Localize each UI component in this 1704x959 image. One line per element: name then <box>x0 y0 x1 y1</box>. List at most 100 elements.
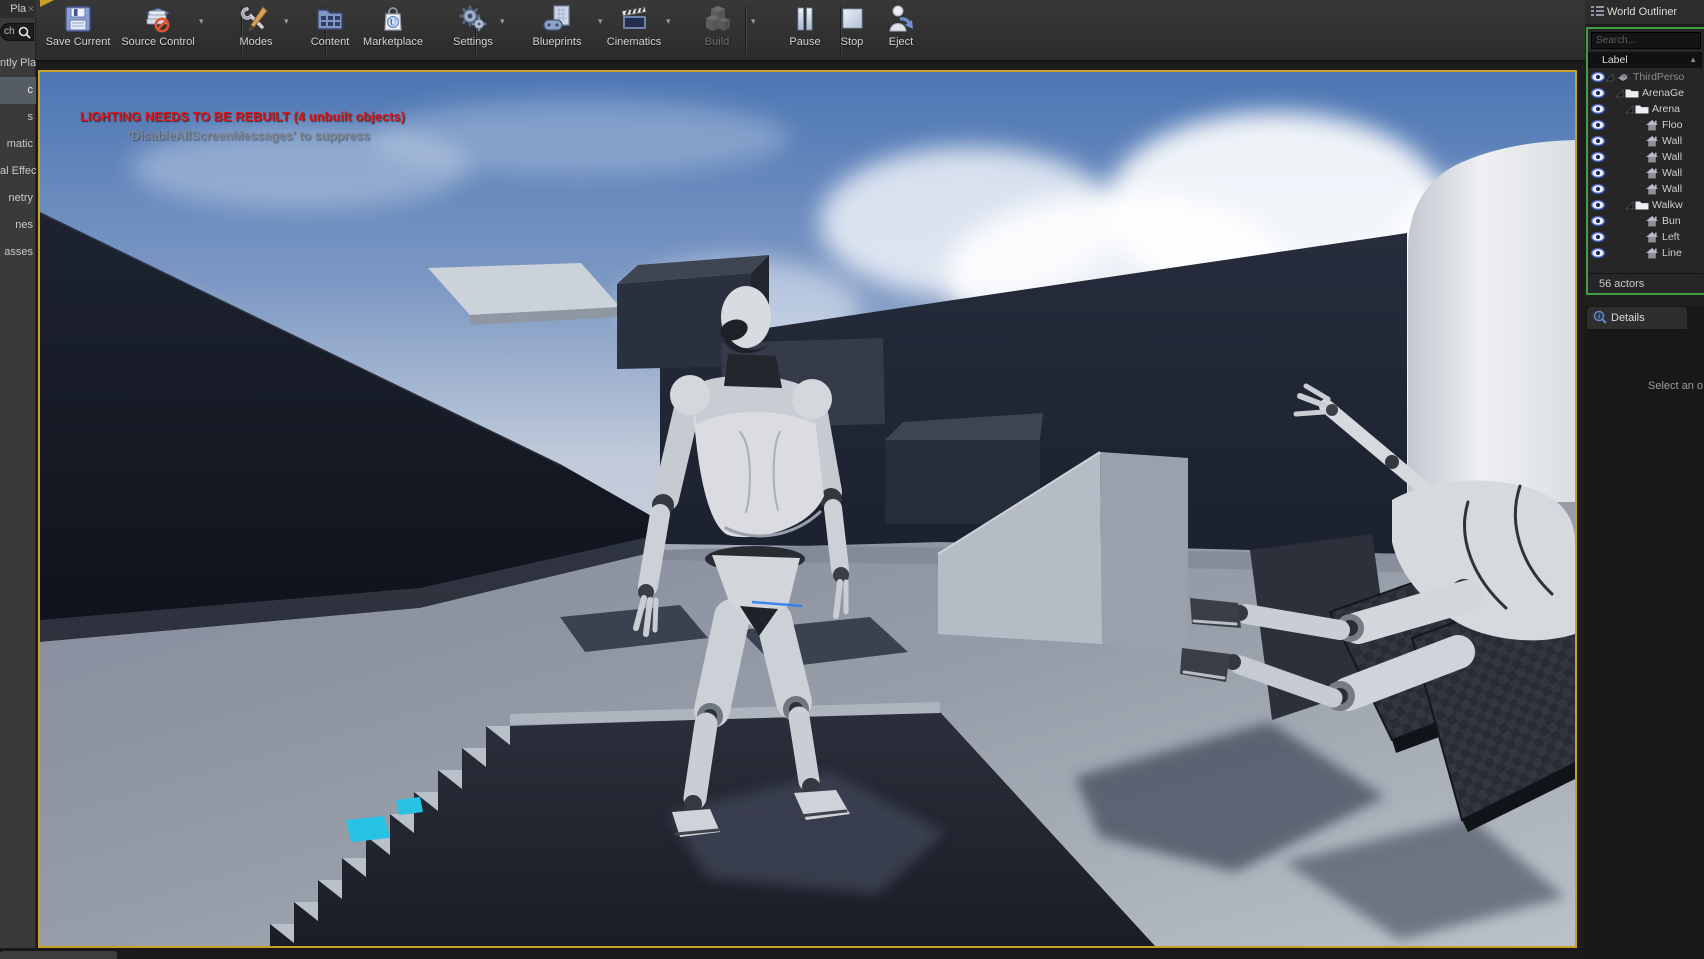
actor-label: Left <box>1662 229 1680 245</box>
label-column-text: Label <box>1602 54 1628 66</box>
suppress-hint-text: 'DisableAllScreenMessages' to suppress <box>128 129 370 143</box>
source-control-button[interactable]: Source Control <box>118 3 198 59</box>
house-icon <box>1646 120 1658 131</box>
outliner-search-input[interactable]: Search... <box>1591 32 1701 49</box>
cinematics-icon <box>618 3 650 35</box>
actor-label: Wall <box>1662 165 1682 181</box>
blueprints-button[interactable]: Blueprints <box>517 3 597 59</box>
outliner-list-icon <box>1591 5 1604 17</box>
outliner-tree: ThirdPerso ArenaGe Arena Floo <box>1588 69 1702 261</box>
visibility-eye-icon[interactable] <box>1591 152 1605 162</box>
visibility-eye-icon[interactable] <box>1591 216 1605 226</box>
tree-row-arenageometry-folder[interactable]: ArenaGe <box>1588 85 1702 101</box>
actor-label: Floo <box>1662 117 1682 133</box>
expand-arrow-icon[interactable] <box>1626 106 1634 114</box>
tree-row-left[interactable]: Left <box>1588 229 1702 245</box>
place-actors-tab[interactable]: Pla× <box>0 0 36 18</box>
visibility-eye-icon[interactable] <box>1591 232 1605 242</box>
tree-row-wall[interactable]: Wall <box>1588 149 1702 165</box>
tree-row-walkway-folder[interactable]: Walkw <box>1588 197 1702 213</box>
world-outliner-title: World Outliner <box>1607 6 1677 18</box>
chevron-down-icon[interactable]: ▾ <box>199 16 204 27</box>
house-icon <box>1646 232 1658 243</box>
visibility-eye-icon[interactable] <box>1591 72 1605 82</box>
visibility-eye-icon[interactable] <box>1591 248 1605 258</box>
category-cinematic[interactable]: matic <box>0 131 36 158</box>
category-volumes[interactable]: nes <box>0 212 36 239</box>
settings-gear-icon <box>457 3 489 35</box>
chevron-down-icon[interactable]: ▾ <box>500 16 505 27</box>
actor-label: Line <box>1662 245 1682 261</box>
actor-count-status: 56 actors <box>1588 273 1702 293</box>
place-actors-search-input[interactable]: ch <box>0 23 34 41</box>
place-actors-tab-label: Pla <box>10 3 26 15</box>
tree-row-arena-folder[interactable]: Arena <box>1588 101 1702 117</box>
category-all-classes[interactable]: asses <box>0 239 36 266</box>
marketplace-label: Marketplace <box>353 36 433 48</box>
marketplace-button[interactable]: U Marketplace <box>353 3 433 59</box>
cinematics-label: Cinematics <box>594 36 674 48</box>
tree-row-bunker[interactable]: Bun <box>1588 213 1702 229</box>
close-icon[interactable]: × <box>28 4 34 15</box>
world-icon <box>1615 72 1631 83</box>
visibility-eye-icon[interactable] <box>1591 184 1605 194</box>
place-actors-panel: Pla× ch ntly Pla c s matic al Effec netr… <box>0 0 36 948</box>
tree-row-line[interactable]: Line <box>1588 245 1702 261</box>
build-button: Build <box>677 3 757 59</box>
actor-label: Wall <box>1662 149 1682 165</box>
eject-label: Eject <box>861 36 941 48</box>
build-icon <box>701 3 733 35</box>
tree-row-wall[interactable]: Wall <box>1588 133 1702 149</box>
details-panel-body: Select an o <box>1585 329 1704 959</box>
tree-row-wall[interactable]: Wall <box>1588 165 1702 181</box>
category-lights[interactable]: s <box>0 104 36 131</box>
svg-text:U: U <box>390 17 397 27</box>
modes-button[interactable]: Modes <box>216 3 296 59</box>
expand-arrow-icon[interactable] <box>1626 202 1634 210</box>
category-visual-effects[interactable]: al Effec <box>0 158 36 185</box>
category-recently-placed[interactable]: ntly Pla <box>0 50 36 77</box>
details-info-icon: i <box>1593 310 1607 324</box>
content-browser-icon <box>314 3 346 35</box>
visibility-eye-icon[interactable] <box>1591 136 1605 146</box>
outliner-label-column-header[interactable]: Label▲ <box>1588 52 1702 68</box>
visibility-eye-icon[interactable] <box>1591 88 1605 98</box>
actor-label: Wall <box>1662 181 1682 197</box>
eject-button[interactable]: Eject <box>861 3 941 59</box>
save-current-label: Save Current <box>38 36 118 48</box>
visibility-eye-icon[interactable] <box>1591 200 1605 210</box>
actor-label: ThirdPerso <box>1633 69 1684 85</box>
eject-icon <box>885 3 917 35</box>
chevron-down-icon: ▾ <box>751 16 756 27</box>
tree-row-wall[interactable]: Wall <box>1588 181 1702 197</box>
tree-row-floor[interactable]: Floo <box>1588 117 1702 133</box>
chevron-down-icon[interactable]: ▾ <box>284 16 289 27</box>
category-geometry[interactable]: netry <box>0 185 36 212</box>
chevron-down-icon[interactable]: ▾ <box>666 16 671 27</box>
pie-viewport[interactable]: LIGHTING NEEDS TO BE REBUILT (4 unbuilt … <box>38 70 1577 948</box>
folder-icon <box>1625 88 1639 98</box>
folder-icon <box>1635 200 1649 210</box>
tree-row-thirdperson[interactable]: ThirdPerso <box>1588 69 1702 85</box>
visibility-eye-icon[interactable] <box>1591 120 1605 130</box>
blueprints-icon <box>541 3 573 35</box>
marketplace-icon: U <box>377 3 409 35</box>
visibility-eye-icon[interactable] <box>1591 104 1605 114</box>
expand-arrow-icon[interactable] <box>1606 74 1614 82</box>
modes-label: Modes <box>216 36 296 48</box>
actor-label: Bun <box>1662 213 1681 229</box>
folder-label: Arena <box>1652 101 1680 117</box>
search-icon <box>18 26 31 39</box>
settings-button[interactable]: Settings <box>433 3 513 59</box>
expand-arrow-icon[interactable] <box>1616 90 1624 98</box>
main-toolbar: Save Current Source Control ▾ Modes ▾ Co… <box>36 0 1585 62</box>
visibility-eye-icon[interactable] <box>1591 168 1605 178</box>
category-basic[interactable]: c <box>0 77 36 104</box>
world-outliner-tab[interactable]: World Outliner <box>1585 0 1704 24</box>
content-browser-dock-tab[interactable] <box>0 951 117 959</box>
house-icon <box>1646 168 1658 179</box>
house-icon <box>1646 216 1658 227</box>
details-tab[interactable]: iDetails <box>1587 307 1687 329</box>
save-current-button[interactable]: Save Current <box>38 3 118 59</box>
cinematics-button[interactable]: Cinematics <box>594 3 674 59</box>
